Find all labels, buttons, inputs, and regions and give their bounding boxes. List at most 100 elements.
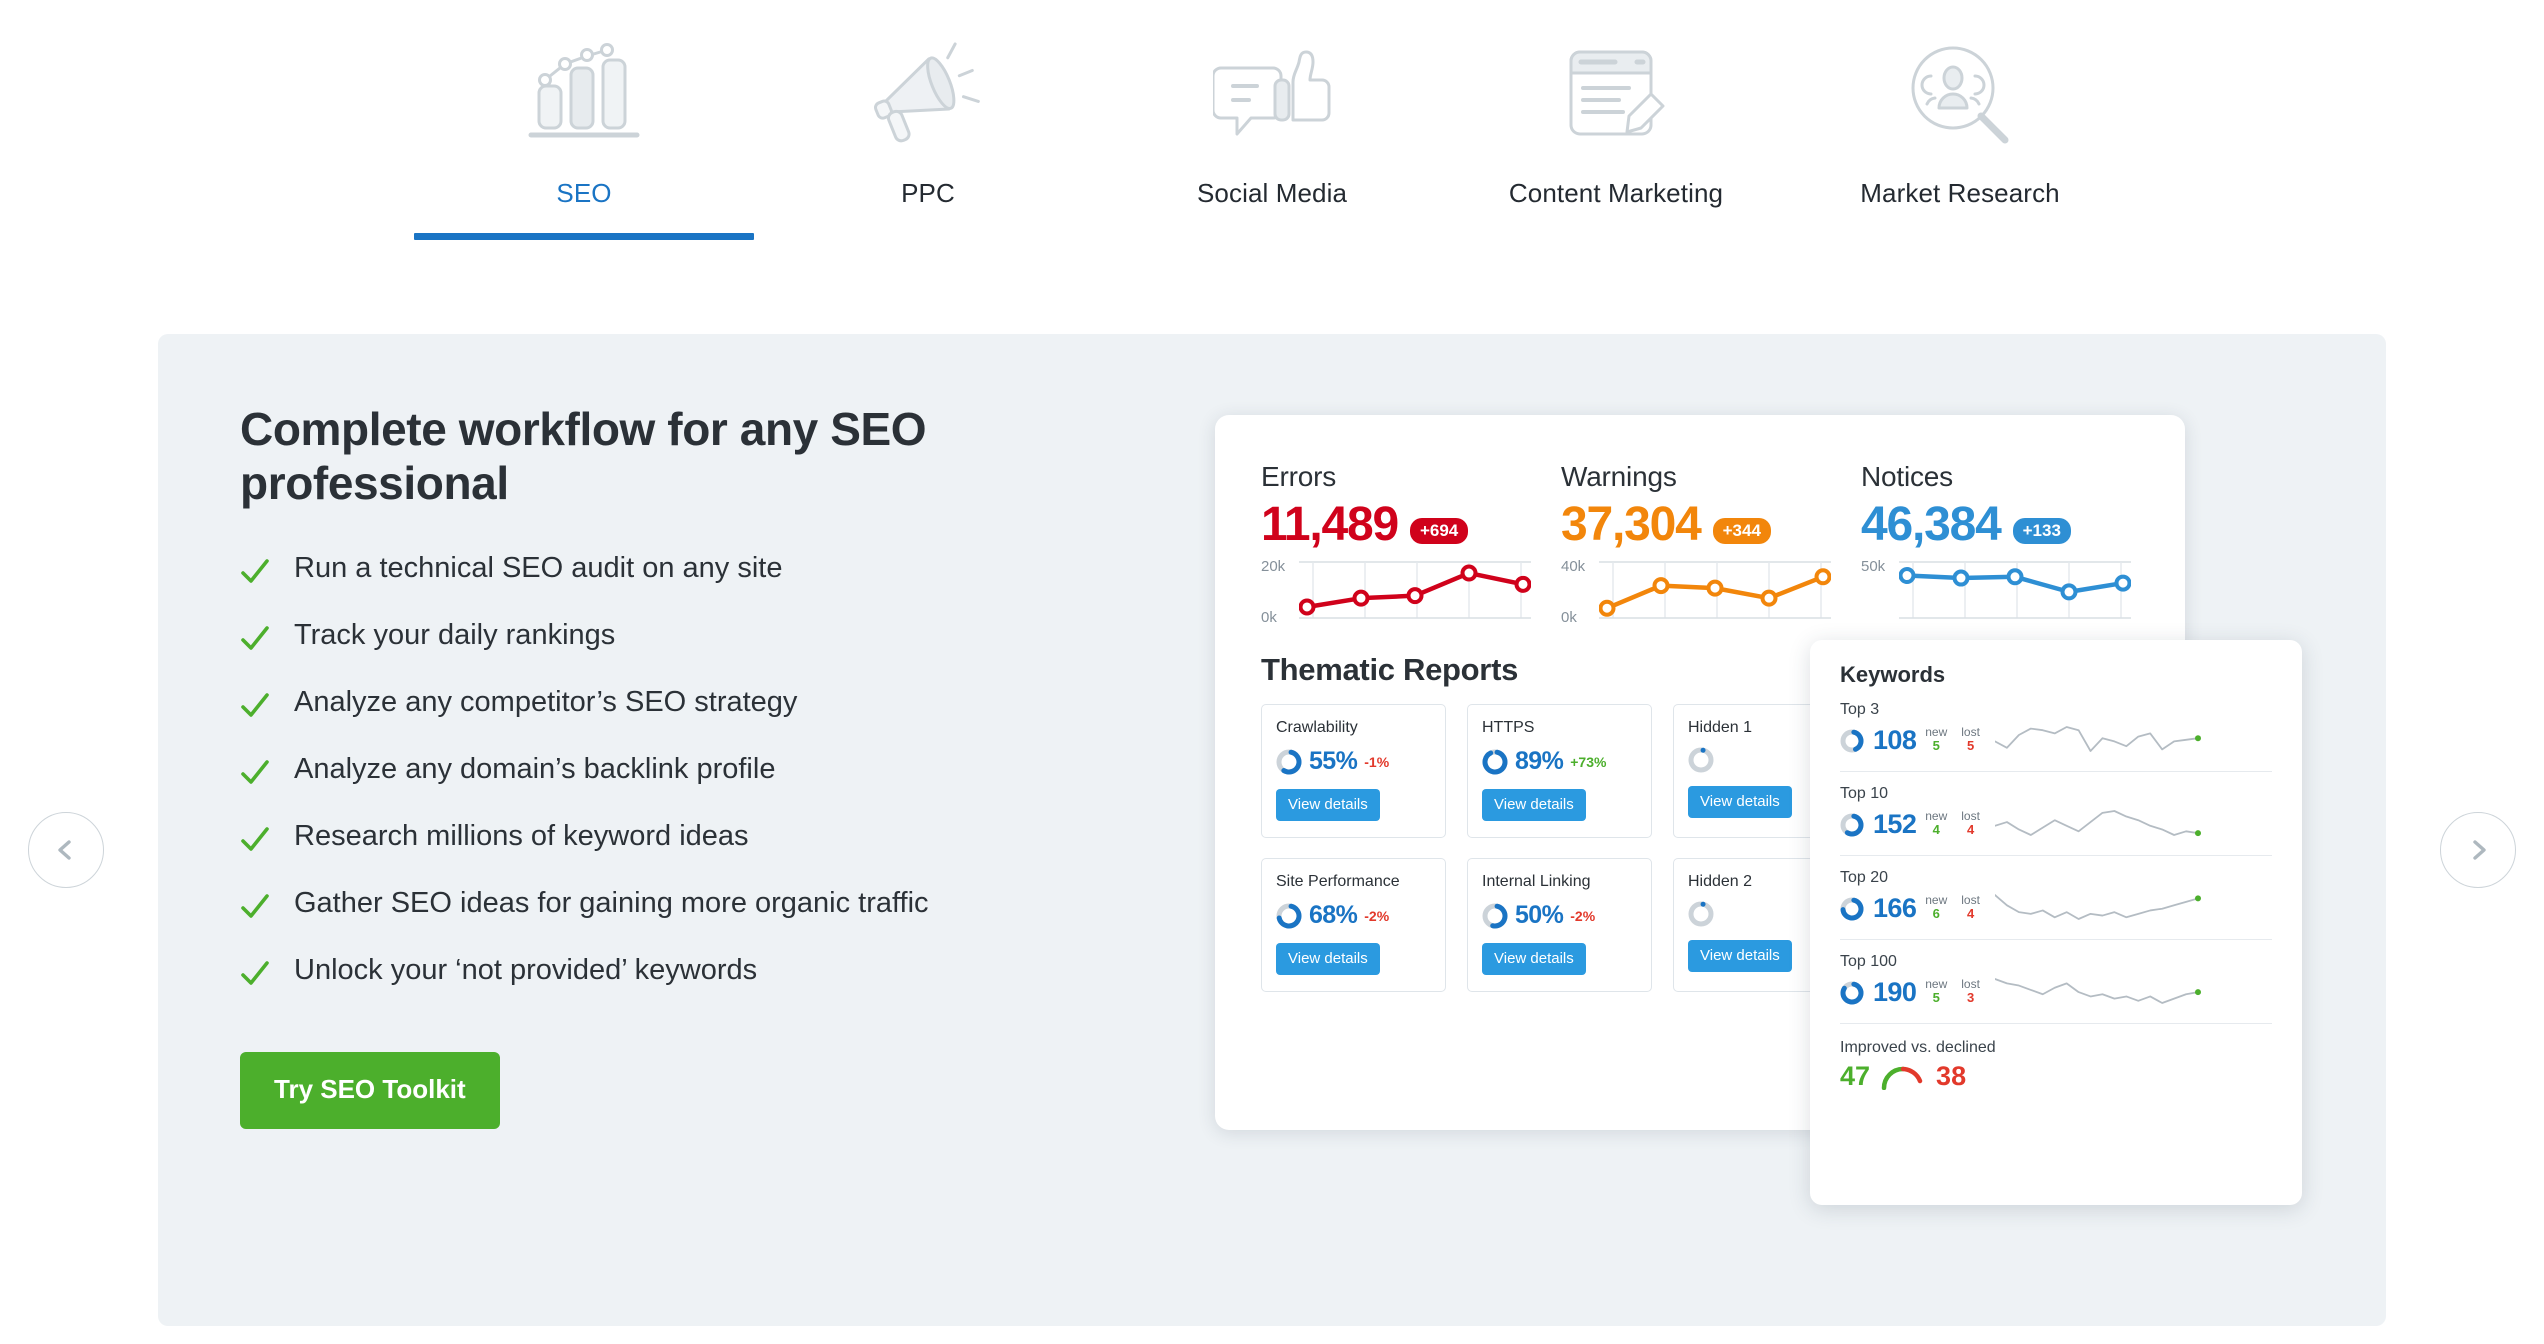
metric-value: 37,304 — [1561, 497, 1701, 552]
lost-caption: lost — [1961, 810, 1980, 823]
progress-donut-icon — [1840, 981, 1864, 1005]
check-icon — [240, 758, 270, 788]
new-caption: new — [1925, 894, 1947, 907]
keyword-sparkline — [1995, 889, 2218, 923]
keyword-rank-label: Top 10 — [1840, 785, 2272, 803]
metric-title: Warnings — [1561, 461, 1861, 493]
keyword-rank-label: Top 20 — [1840, 869, 2272, 887]
progress-donut-icon — [1840, 813, 1864, 837]
keywords-new: new 4 — [1925, 810, 1947, 839]
report-card-delta: -2% — [1364, 908, 1389, 924]
feature-label: Track your daily rankings — [294, 620, 615, 650]
check-icon — [240, 557, 270, 587]
view-details-button[interactable]: View details — [1688, 940, 1792, 972]
declined-count: 38 — [1936, 1061, 1966, 1092]
check-icon — [240, 691, 270, 721]
feature-list: Run a technical SEO audit on any site Tr… — [240, 553, 1140, 989]
view-details-button[interactable]: View details — [1276, 789, 1380, 821]
keyword-rank-row: Top 100 190 new 5 lost 3 — [1840, 940, 2272, 1024]
metric-sparkline-wrap: 40k 0k — [1561, 560, 1831, 622]
improved-vs-declined: Improved vs. declined 47 38 — [1840, 1024, 2272, 1092]
report-card-title: Crawlability — [1276, 719, 1431, 737]
tab-social-media[interactable]: Social Media — [1100, 0, 1444, 290]
keyword-rank-count: 190 — [1873, 977, 1916, 1008]
new-value: 6 — [1933, 906, 1940, 921]
keywords-rows: Top 3 108 new 5 lost 5 Top 10 — [1840, 688, 2272, 1024]
metric-title: Notices — [1861, 461, 2161, 493]
keyword-sparkline — [1995, 721, 2218, 755]
feature-item: Gather SEO ideas for gaining more organi… — [240, 888, 1140, 922]
hero-content: Complete workflow for any SEO profession… — [240, 402, 1140, 1129]
report-card-delta: -1% — [1364, 754, 1389, 770]
report-card[interactable]: Internal Linking 50% -2% View details — [1467, 858, 1652, 992]
progress-donut-icon — [1482, 749, 1508, 775]
keyword-sparkline-wrap — [1995, 889, 2218, 928]
report-card[interactable]: Site Performance 68% -2% View details — [1261, 858, 1446, 992]
carousel-prev-button[interactable] — [28, 812, 104, 888]
keywords-panel: Keywords Top 3 108 new 5 lost 5 Top 10 — [1810, 640, 2302, 1205]
metric-warnings: Warnings 37,304 +344 40k 0k — [1561, 461, 1861, 622]
report-card[interactable]: HTTPS 89% +73% View details — [1467, 704, 1652, 838]
tab-label: Market Research — [1860, 178, 2059, 209]
feature-item: Research millions of keyword ideas — [240, 821, 1140, 855]
report-card[interactable]: Crawlability 55% -1% View details — [1261, 704, 1446, 838]
feature-label: Research millions of keyword ideas — [294, 821, 749, 851]
tab-ppc[interactable]: PPC — [756, 0, 1100, 290]
gauge-icon — [1880, 1064, 1926, 1090]
check-icon — [240, 959, 270, 989]
feature-label: Run a technical SEO audit on any site — [294, 553, 782, 583]
metric-value: 11,489 — [1261, 497, 1398, 552]
report-card-delta: -2% — [1570, 908, 1595, 924]
check-icon — [240, 825, 270, 855]
report-card-title: Internal Linking — [1482, 873, 1637, 891]
report-card-percent: 89% — [1515, 747, 1563, 776]
keyword-rank-label: Top 3 — [1840, 701, 2272, 719]
progress-donut-icon — [1840, 729, 1864, 753]
metric-sparkline-wrap: 50k — [1861, 560, 2131, 622]
keywords-lost: lost 4 — [1961, 894, 1980, 923]
axis-tick-top: 20k — [1261, 558, 1285, 575]
new-value: 5 — [1933, 738, 1940, 753]
progress-donut-icon — [1482, 903, 1508, 929]
tab-seo[interactable]: SEO — [412, 0, 756, 290]
feature-label: Analyze any domain’s backlink profile — [294, 754, 775, 784]
tab-content-marketing[interactable]: Content Marketing — [1444, 0, 1788, 290]
view-details-button[interactable]: View details — [1482, 789, 1586, 821]
keyword-rank-count: 152 — [1873, 809, 1916, 840]
feature-item: Analyze any domain’s backlink profile — [240, 754, 1140, 788]
progress-donut-icon — [1688, 901, 1714, 927]
lost-value: 5 — [1967, 738, 1974, 753]
view-details-button[interactable]: View details — [1688, 786, 1792, 818]
keywords-new: new 6 — [1925, 894, 1947, 923]
keyword-rank-row: Top 20 166 new 6 lost 4 — [1840, 856, 2272, 940]
metric-notices: Notices 46,384 +133 50k — [1861, 461, 2161, 622]
bar-chart-icon — [525, 22, 643, 172]
axis-tick-top: 40k — [1561, 558, 1585, 575]
active-tab-underline — [414, 233, 754, 240]
audit-metrics-row: Errors 11,489 +694 20k 0k Warnings 37,30… — [1215, 415, 2185, 622]
keyword-rank-count: 108 — [1873, 725, 1916, 756]
keyword-rank-row: Top 10 152 new 4 lost 4 — [1840, 772, 2272, 856]
try-seo-toolkit-button[interactable]: Try SEO Toolkit — [240, 1052, 500, 1129]
new-caption: new — [1925, 978, 1947, 991]
carousel-next-button[interactable] — [2440, 812, 2516, 888]
new-caption: new — [1925, 726, 1947, 739]
keywords-new: new 5 — [1925, 978, 1947, 1007]
view-details-button[interactable]: View details — [1276, 943, 1380, 975]
new-value: 4 — [1933, 822, 1940, 837]
keyword-sparkline-wrap — [1995, 805, 2218, 844]
keyword-sparkline — [1995, 973, 2218, 1007]
feature-label: Gather SEO ideas for gaining more organi… — [294, 888, 929, 918]
tab-market-research[interactable]: Market Research — [1788, 0, 2132, 290]
feature-label: Analyze any competitor’s SEO strategy — [294, 687, 797, 717]
keyword-rank-count: 166 — [1873, 893, 1916, 924]
feature-item: Track your daily rankings — [240, 620, 1140, 654]
metric-delta-badge: +133 — [2013, 518, 2071, 544]
report-card-percent: 50% — [1515, 901, 1563, 930]
tab-label: SEO — [556, 178, 611, 209]
new-caption: new — [1925, 810, 1947, 823]
view-details-button[interactable]: View details — [1482, 943, 1586, 975]
tab-label: Content Marketing — [1509, 178, 1723, 209]
metric-sparkline-wrap: 20k 0k — [1261, 560, 1531, 622]
report-card-delta: +73% — [1570, 754, 1606, 770]
